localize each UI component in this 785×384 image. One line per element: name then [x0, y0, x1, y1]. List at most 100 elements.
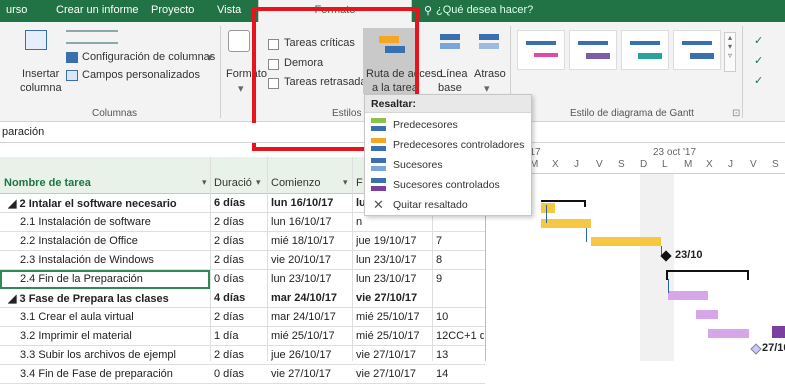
table-cell-dur[interactable]: 1 día: [214, 330, 266, 342]
custom-fields-button[interactable]: Campos personalizados: [82, 69, 200, 81]
tab-proyecto[interactable]: Proyecto: [151, 4, 194, 16]
gallery-scroll[interactable]: ▴ ▾ ▿: [724, 32, 736, 72]
slippage-button[interactable]: Atraso: [474, 68, 506, 80]
baseline-label-1[interactable]: Línea: [440, 68, 468, 80]
table-cell-name[interactable]: 2.3 Instalación de Windows: [20, 254, 209, 266]
table-cell-pred[interactable]: 10: [436, 311, 484, 323]
table-cell-pred[interactable]: 9: [436, 273, 484, 285]
table-cell-name[interactable]: 3.3 Subir los archivos de ejempl: [20, 349, 209, 361]
table-cell-dur[interactable]: 2 días: [214, 235, 266, 247]
table-cell-fin[interactable]: mié 25/10/17: [356, 311, 431, 323]
table-cell-dur[interactable]: 2 días: [214, 216, 266, 228]
gantt-style-1[interactable]: [517, 30, 565, 70]
table-cell-fin[interactable]: n: [356, 216, 431, 228]
table-row[interactable]: ◢ 3 Fase de Prepara las clases 4 días mar …: [0, 289, 485, 308]
table-cell-fin[interactable]: lun 23/10/17: [356, 273, 431, 285]
table-row[interactable]: 3.1 Crear el aula virtual 2 días mar 24/10…: [0, 308, 485, 327]
check-icon: ✓: [754, 35, 764, 47]
table-cell-dur[interactable]: 2 días: [214, 254, 266, 266]
align-icons[interactable]: [66, 30, 118, 44]
tell-me-search[interactable]: ¿Qué desea hacer?: [436, 4, 533, 16]
table-cell-start[interactable]: lun 16/10/17: [271, 216, 351, 228]
table-cell-start[interactable]: lun 23/10/17: [271, 273, 351, 285]
task-bar[interactable]: [696, 310, 718, 319]
table-cell-start[interactable]: jue 26/10/17: [271, 349, 351, 361]
milestone-label: 27/10: [762, 342, 785, 354]
table-cell-name[interactable]: 3.4 Fin de Fase de preparación: [20, 368, 209, 380]
col-header-start[interactable]: Comienzo ▾: [267, 157, 352, 194]
table-cell-name[interactable]: 2.4 Fin de la Preparación: [20, 273, 209, 285]
table-cell-dur[interactable]: 6 días: [214, 197, 266, 209]
table-cell-start[interactable]: vie 27/10/17: [271, 368, 351, 380]
summary-bar[interactable]: [666, 270, 749, 272]
table-cell-name[interactable]: ◢ 2 Intalar el software necesario: [8, 197, 209, 210]
table-row[interactable]: 2.3 Instalación de Windows 2 días vie 20/1…: [0, 251, 485, 270]
menu-item-driven-successors[interactable]: Sucesores controlados: [365, 175, 531, 195]
task-bar[interactable]: [668, 291, 708, 300]
task-bar[interactable]: [541, 219, 591, 228]
column-settings-button[interactable]: Configuración de columnas: [82, 51, 215, 63]
table-cell-pred[interactable]: 7: [436, 235, 484, 247]
table-cell-dur[interactable]: 0 días: [214, 273, 266, 285]
table-row[interactable]: 2.4 Fin de la Preparación 0 días lun 23/10…: [0, 270, 442, 289]
table-cell-fin[interactable]: mié 25/10/17: [356, 330, 431, 342]
table-cell-name[interactable]: ◢ 3 Fase de Prepara las clases: [8, 292, 209, 305]
task-bar[interactable]: [708, 329, 749, 338]
table-cell-pred[interactable]: 8: [436, 254, 484, 266]
baseline-icon-bar: [440, 43, 460, 49]
table-cell-pred[interactable]: 14: [436, 368, 484, 380]
baseline-label-2[interactable]: base: [438, 82, 462, 94]
insert-column-label-2[interactable]: columna: [20, 82, 62, 94]
table-cell-name[interactable]: 3.1 Crear el aula virtual: [20, 311, 209, 323]
menu-item-successors[interactable]: Sucesores: [365, 155, 531, 175]
check-icon: ✓: [754, 75, 764, 87]
col-header-duration[interactable]: Duració ▾: [210, 157, 267, 194]
chevron-down-icon: ▾: [207, 52, 213, 64]
table-cell-dur[interactable]: 2 días: [214, 311, 266, 323]
table-cell-start[interactable]: mié 25/10/17: [271, 330, 351, 342]
table-cell-fin[interactable]: jue 19/10/17: [356, 235, 431, 247]
insert-column-label-1[interactable]: Insertar: [22, 68, 59, 80]
task-bar[interactable]: [541, 203, 555, 213]
col-header-name[interactable]: Nombre de tarea ▾: [0, 157, 210, 194]
task-bar[interactable]: [772, 326, 785, 338]
table-cell-name[interactable]: 2.1 Instalación de software: [20, 216, 209, 228]
menu-item-predecessors[interactable]: Predecesores: [365, 115, 531, 135]
tab-vista[interactable]: Vista: [217, 4, 241, 16]
column-settings-icon: [66, 52, 78, 63]
table-cell-start[interactable]: lun 16/10/17: [271, 197, 351, 209]
table-cell-fin[interactable]: vie 27/10/17: [356, 349, 431, 361]
menu-item-driving-predecessors[interactable]: Predecesores controladores: [365, 135, 531, 155]
summary-bar[interactable]: [541, 200, 586, 202]
table-cell-pred[interactable]: 13: [436, 349, 484, 361]
table-cell-fin[interactable]: vie 27/10/17: [356, 292, 431, 304]
table-cell-start[interactable]: mar 24/10/17: [271, 311, 351, 323]
table-row[interactable]: 2.2 Instalación de Office 2 días mié 18/10…: [0, 232, 485, 251]
gantt-style-2[interactable]: [569, 30, 617, 70]
table-cell-fin[interactable]: vie 27/10/17: [356, 368, 431, 380]
table-cell-start[interactable]: mar 24/10/17: [271, 292, 351, 304]
table-row[interactable]: 3.3 Subir los archivos de ejempl 2 días ju…: [0, 346, 485, 365]
table-row[interactable]: 3.2 Imprimir el material 1 día mié 25/10/1…: [0, 327, 485, 346]
milestone-diamond[interactable]: [750, 343, 762, 355]
table-cell-start[interactable]: mié 18/10/17: [271, 235, 351, 247]
gantt-style-4[interactable]: [673, 30, 721, 70]
task-bar[interactable]: [591, 237, 661, 246]
table-cell-name[interactable]: 2.2 Instalación de Office: [20, 235, 209, 247]
table-cell-name[interactable]: 3.2 Imprimir el material: [20, 330, 209, 342]
table-cell-dur[interactable]: 4 días: [214, 292, 266, 304]
table-cell-start[interactable]: vie 20/10/17: [271, 254, 351, 266]
menu-item-clear-highlight[interactable]: ✕ Quitar resaltado: [365, 195, 531, 215]
format-icon[interactable]: [228, 30, 250, 52]
table-cell-fin[interactable]: lun 23/10/17: [356, 254, 431, 266]
tab-recurso[interactable]: urso: [6, 4, 27, 16]
dialog-launcher-icon[interactable]: ⊡: [732, 108, 740, 119]
table-row[interactable]: 3.4 Fin de Fase de preparación 0 días vie …: [0, 365, 485, 384]
table-cell-dur[interactable]: 2 días: [214, 349, 266, 361]
table-cell-pred[interactable]: 12CC+1 d: [436, 330, 484, 342]
tab-crear-informe[interactable]: Crear un informe: [56, 4, 139, 16]
table-cell-dur[interactable]: 0 días: [214, 368, 266, 380]
successors-icon: [371, 158, 386, 171]
insert-column-icon[interactable]: [25, 30, 47, 50]
gantt-style-3[interactable]: [621, 30, 669, 70]
